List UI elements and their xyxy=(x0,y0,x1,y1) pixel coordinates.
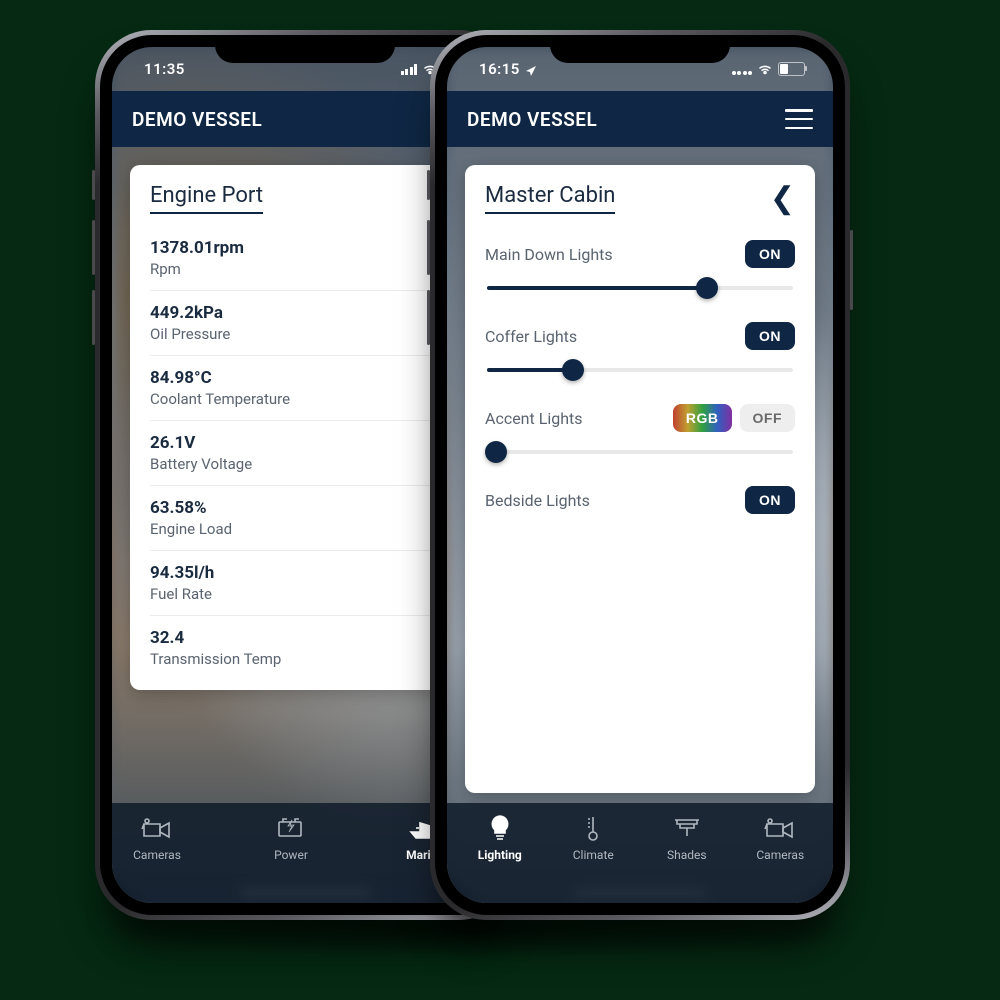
stat-label: Oil Pressure xyxy=(150,325,460,343)
stat-value: 63.58% xyxy=(150,498,460,518)
app-title: DEMO VESSEL xyxy=(467,108,597,131)
light-name: Accent Lights xyxy=(485,409,583,428)
stat-row: 63.58% Engine Load xyxy=(150,486,460,551)
tab-label: Cameras xyxy=(133,848,181,862)
menu-button[interactable] xyxy=(785,109,813,129)
tab-power[interactable]: Power xyxy=(224,813,358,862)
slider-thumb[interactable] xyxy=(562,359,584,381)
toggle-button[interactable]: ON xyxy=(745,486,795,514)
stat-row: 449.2kPa Oil Pressure xyxy=(150,291,460,356)
status-time: 16:15 xyxy=(479,60,520,78)
tab-cameras[interactable]: Cameras xyxy=(112,813,224,862)
stat-label: Rpm xyxy=(150,260,460,278)
light-name: Coffer Lights xyxy=(485,327,577,346)
light-name: Main Down Lights xyxy=(485,245,613,264)
tab-bar: Lighting Climate Shades Cameras xyxy=(447,803,833,903)
notch xyxy=(215,35,395,63)
stat-value: 32.4 xyxy=(150,628,460,648)
bulb-icon xyxy=(483,813,517,843)
tab-label: Cameras xyxy=(756,848,804,862)
app-title: DEMO VESSEL xyxy=(132,108,262,131)
stat-label: Battery Voltage xyxy=(150,455,460,473)
stat-row: 26.1V Battery Voltage xyxy=(150,421,460,486)
stat-value: 26.1V xyxy=(150,433,460,453)
stat-row: 84.98°C Coolant Temperature xyxy=(150,356,460,421)
battery-icon xyxy=(274,813,308,843)
stat-label: Coolant Temperature xyxy=(150,390,460,408)
stat-label: Transmission Temp xyxy=(150,650,460,668)
phone-right: 16:15 DEMO VESSEL xyxy=(430,30,850,920)
toggle-button[interactable]: OFF xyxy=(740,404,796,432)
app-header: DEMO VESSEL xyxy=(447,91,833,147)
wifi-icon xyxy=(757,63,773,75)
light-row: Coffer Lights ON xyxy=(485,308,795,390)
stats-list: 1378.01rpm Rpm 449.2kPa Oil Pressure 84.98°C… xyxy=(150,226,460,680)
card-title: Master Cabin xyxy=(485,183,615,214)
slider-thumb[interactable] xyxy=(696,277,718,299)
cellular-signal-icon xyxy=(732,64,753,75)
lighting-card: Master Cabin ❮ Main Down LightsONCoffer … xyxy=(465,165,815,793)
light-name: Bedside Lights xyxy=(485,491,590,510)
tab-climate[interactable]: Climate xyxy=(547,813,641,862)
tab-label: Power xyxy=(274,848,308,862)
battery-icon xyxy=(778,62,805,76)
tab-label: Climate xyxy=(573,848,614,862)
brightness-slider[interactable] xyxy=(487,368,793,372)
rgb-button[interactable]: RGB xyxy=(673,404,732,432)
tab-cameras[interactable]: Cameras xyxy=(734,813,828,862)
stat-row: 32.4 Transmission Temp xyxy=(150,616,460,680)
shade-icon xyxy=(670,813,704,843)
stat-label: Fuel Rate xyxy=(150,585,460,603)
light-row: Bedside Lights ON xyxy=(485,472,795,550)
stat-label: Engine Load xyxy=(150,520,460,538)
notch xyxy=(550,35,730,63)
status-time: 11:35 xyxy=(144,60,185,78)
tab-label: Lighting xyxy=(478,848,522,862)
tab-shades[interactable]: Shades xyxy=(640,813,734,862)
brightness-slider[interactable] xyxy=(487,286,793,290)
lights-list: Main Down Lights ON Coffer Lights ON Accent … xyxy=(485,226,795,550)
card-title: Engine Port xyxy=(150,183,263,214)
stat-row: 1378.01rpm Rpm xyxy=(150,226,460,291)
slider-thumb[interactable] xyxy=(485,441,507,463)
light-row: Main Down Lights ON xyxy=(485,226,795,308)
stat-row: 94.35l/h Fuel Rate xyxy=(150,551,460,616)
location-icon xyxy=(525,63,537,75)
light-row: Accent Lights RGB OFF xyxy=(485,390,795,472)
tab-label: Shades xyxy=(667,848,707,862)
brightness-slider[interactable] xyxy=(487,450,793,454)
toggle-button[interactable]: ON xyxy=(745,322,795,350)
stat-value: 94.35l/h xyxy=(150,563,460,583)
stat-value: 84.98°C xyxy=(150,368,460,388)
tab-lighting[interactable]: Lighting xyxy=(453,813,547,862)
camera-icon xyxy=(763,813,797,843)
thermo-icon xyxy=(576,813,610,843)
stat-value: 1378.01rpm xyxy=(150,238,460,258)
toggle-button[interactable]: ON xyxy=(745,240,795,268)
cellular-signal-icon xyxy=(401,64,418,75)
camera-icon xyxy=(140,813,174,843)
stat-value: 449.2kPa xyxy=(150,303,460,323)
back-chevron-icon[interactable]: ❮ xyxy=(770,190,795,208)
